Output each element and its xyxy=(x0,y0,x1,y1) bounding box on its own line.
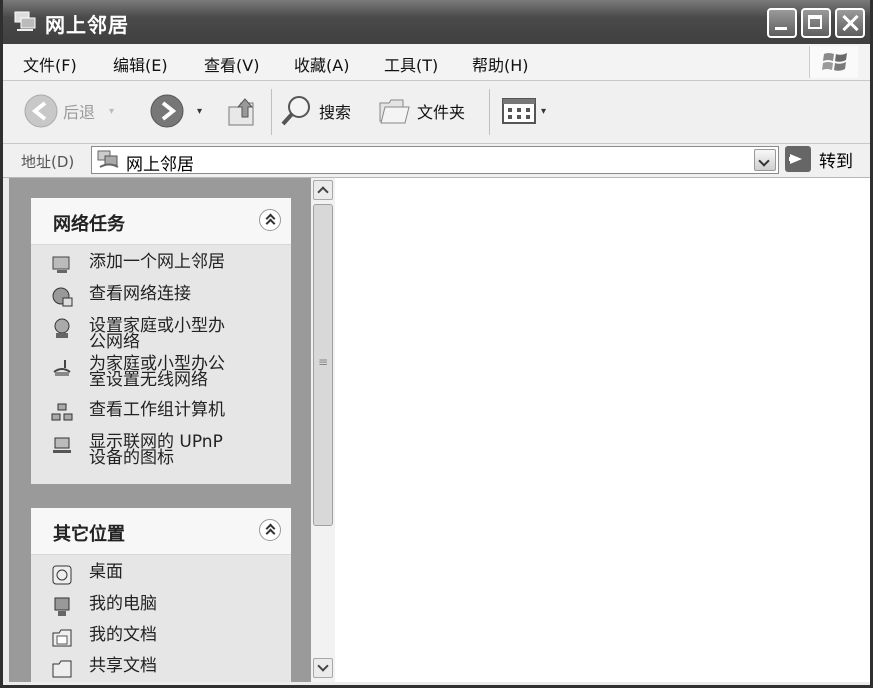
task-label: 为家庭或小型办公室设置无线网络 xyxy=(89,354,225,390)
toolbar: 后退 ▾ ▾ 搜索 文件夹 ▾ xyxy=(3,81,870,144)
folder-content-area[interactable] xyxy=(335,178,870,682)
folders-button[interactable]: 文件夹 xyxy=(377,81,465,141)
back-dropdown-icon[interactable]: ▾ xyxy=(109,106,114,117)
task-wireless-setup[interactable]: 为家庭或小型办公室设置无线网络 xyxy=(51,354,231,390)
scroll-down-button[interactable] xyxy=(313,658,333,678)
other-places-panel: 其它位置 桌面 我的电脑 我的文档 共享文档 xyxy=(31,508,291,682)
window-title: 网上邻居 xyxy=(45,13,129,37)
address-label: 地址(D) xyxy=(21,153,75,171)
views-button[interactable]: ▾ xyxy=(501,81,546,141)
menu-help[interactable]: 帮助(H) xyxy=(472,52,529,76)
place-label: 我的电脑 xyxy=(89,594,157,614)
address-input[interactable]: 网上邻居 xyxy=(91,146,779,175)
menu-tools[interactable]: 工具(T) xyxy=(384,52,438,76)
up-folder-button[interactable] xyxy=(225,81,259,141)
add-network-place-icon xyxy=(52,256,70,273)
upnp-devices-icon xyxy=(53,437,71,453)
task-label: 显示联网的 UPnP 设备的图标 xyxy=(89,432,223,468)
forward-button[interactable]: ▾ xyxy=(149,81,202,141)
close-button[interactable] xyxy=(835,8,865,38)
search-icon xyxy=(281,96,310,126)
scroll-thumb[interactable] xyxy=(313,204,333,526)
menu-file[interactable]: 文件(F) xyxy=(23,52,77,76)
address-dropdown-button[interactable] xyxy=(754,149,776,171)
folders-label: 文件夹 xyxy=(417,103,466,122)
task-pane: 网络任务 添加一个网上邻居 查看网络连接 设置家庭或小型办公网络 为家庭或小型办… xyxy=(9,178,311,682)
toolbar-separator xyxy=(489,89,490,135)
shared-documents-icon xyxy=(52,660,72,678)
task-label: 设置家庭或小型办公网络 xyxy=(89,316,225,352)
other-places-title: 其它位置 xyxy=(53,524,125,545)
go-label: 转到 xyxy=(819,151,853,172)
address-value: 网上邻居 xyxy=(126,155,194,175)
network-tasks-title: 网络任务 xyxy=(53,214,125,235)
back-arrow-icon xyxy=(24,94,58,128)
place-my-documents[interactable]: 我的文档 xyxy=(51,627,281,649)
menu-bar: 文件(F) 编辑(E) 查看(V) 收藏(A) 工具(T) 帮助(H) xyxy=(3,44,870,81)
views-dropdown-icon[interactable]: ▾ xyxy=(541,106,546,117)
place-desktop[interactable]: 桌面 xyxy=(51,564,281,586)
views-icon xyxy=(502,98,536,124)
network-tasks-header[interactable]: 网络任务 xyxy=(31,198,291,245)
task-label: 添加一个网上邻居 xyxy=(89,252,225,272)
forward-arrow-icon xyxy=(150,94,184,128)
menu-favorites[interactable]: 收藏(A) xyxy=(294,52,349,76)
desktop-icon xyxy=(52,565,72,585)
task-network-setup[interactable]: 设置家庭或小型办公网络 xyxy=(51,316,231,352)
network-tasks-panel: 网络任务 添加一个网上邻居 查看网络连接 设置家庭或小型办公网络 为家庭或小型办… xyxy=(31,198,291,484)
go-button[interactable]: 转到 xyxy=(785,146,853,172)
network-places-icon xyxy=(97,150,119,168)
windows-logo xyxy=(809,46,858,78)
network-setup-icon xyxy=(54,318,70,338)
my-computer-icon xyxy=(54,597,70,616)
folders-icon xyxy=(379,99,410,124)
network-connections-icon xyxy=(52,287,73,307)
place-label: 桌面 xyxy=(89,562,123,582)
other-places-header[interactable]: 其它位置 xyxy=(31,508,291,555)
collapse-chevron-icon[interactable] xyxy=(259,519,281,541)
up-folder-icon xyxy=(228,98,254,126)
place-label: 共享文档 xyxy=(89,656,157,676)
place-shared-documents[interactable]: 共享文档 xyxy=(51,658,281,680)
search-label: 搜索 xyxy=(319,103,352,122)
task-view-connections[interactable]: 查看网络连接 xyxy=(51,286,281,308)
go-arrow-icon xyxy=(785,146,811,172)
forward-dropdown-icon[interactable]: ▾ xyxy=(197,106,202,117)
menu-view[interactable]: 查看(V) xyxy=(204,52,259,76)
windows-flag-icon xyxy=(822,53,847,71)
scroll-up-button[interactable] xyxy=(313,180,333,200)
title-bar[interactable]: 网上邻居 xyxy=(3,0,870,44)
wireless-network-icon xyxy=(53,360,71,376)
collapse-chevron-icon[interactable] xyxy=(259,209,281,231)
network-places-icon xyxy=(14,11,36,31)
address-bar: 地址(D) 网上邻居 转到 xyxy=(3,144,870,178)
toolbar-separator xyxy=(271,89,272,135)
my-documents-icon xyxy=(52,629,72,647)
place-label: 我的文档 xyxy=(89,625,157,645)
menu-edit[interactable]: 编辑(E) xyxy=(113,52,168,76)
task-label: 查看网络连接 xyxy=(89,284,191,304)
workgroup-computers-icon xyxy=(51,403,73,421)
task-add-network-place[interactable]: 添加一个网上邻居 xyxy=(51,254,281,276)
task-label: 查看工作组计算机 xyxy=(89,400,225,420)
search-button[interactable]: 搜索 xyxy=(279,81,351,141)
back-label: 后退 xyxy=(63,103,96,122)
explorer-window: 网上邻居 文件(F) 编辑(E) 查看(V) 收藏(A) 工具(T) 帮助(H) xyxy=(0,0,873,688)
place-my-computer[interactable]: 我的电脑 xyxy=(51,596,281,618)
task-pane-scrollbar[interactable] xyxy=(311,178,335,682)
minimize-button[interactable] xyxy=(767,8,797,38)
back-button[interactable]: 后退 ▾ xyxy=(23,81,114,141)
task-view-workgroup[interactable]: 查看工作组计算机 xyxy=(51,402,281,424)
maximize-button[interactable] xyxy=(801,8,831,38)
task-show-upnp[interactable]: 显示联网的 UPnP 设备的图标 xyxy=(51,432,231,468)
